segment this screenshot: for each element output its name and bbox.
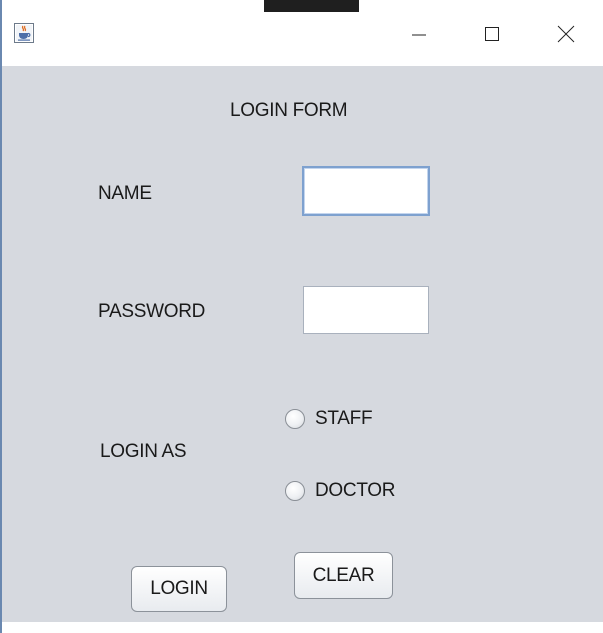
password-input[interactable]	[303, 286, 429, 334]
radio-circle-icon[interactable]	[285, 409, 305, 429]
background-window-fragment	[0, 622, 603, 633]
minimize-icon	[412, 34, 426, 36]
minimize-button[interactable]	[389, 14, 449, 54]
login-button[interactable]: LOGIN	[131, 566, 227, 612]
staff-radio[interactable]: STAFF	[285, 408, 373, 430]
name-label: NAME	[98, 183, 152, 204]
tooltip-fragment	[264, 0, 359, 12]
name-input[interactable]	[302, 166, 430, 216]
clear-button[interactable]: CLEAR	[294, 552, 393, 599]
window-left-edge	[0, 0, 2, 633]
maximize-button[interactable]	[462, 14, 522, 54]
staff-radio-label: STAFF	[315, 408, 373, 429]
login-as-label: LOGIN AS	[100, 441, 187, 462]
close-button[interactable]	[536, 14, 596, 54]
title-bar[interactable]	[0, 0, 603, 66]
password-label: PASSWORD	[98, 301, 206, 322]
form-panel	[0, 66, 603, 622]
doctor-radio[interactable]: DOCTOR	[285, 480, 395, 502]
login-window: LOGIN FORM NAME PASSWORD LOGIN AS STAFF …	[0, 0, 603, 633]
radio-circle-icon[interactable]	[285, 481, 305, 501]
maximize-icon	[485, 27, 499, 41]
close-icon	[557, 25, 575, 43]
form-title: LOGIN FORM	[230, 100, 348, 121]
doctor-radio-label: DOCTOR	[315, 480, 396, 501]
java-coffee-cup-icon	[14, 23, 34, 43]
